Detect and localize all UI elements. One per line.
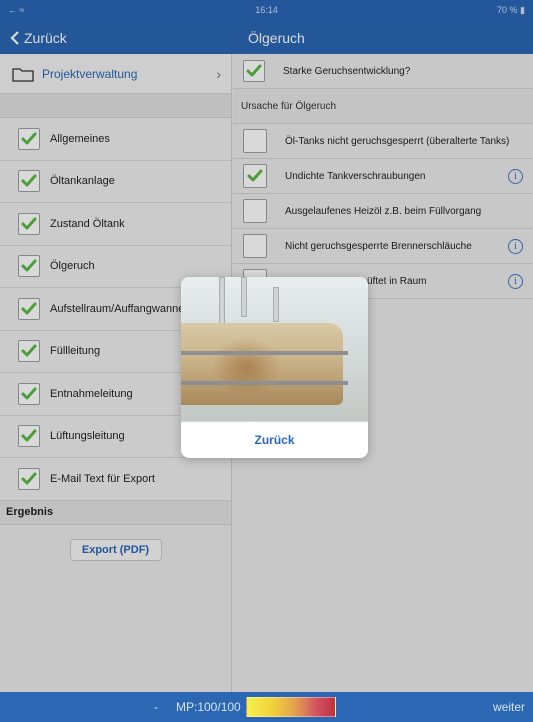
score-gradient-bar — [246, 697, 336, 717]
popup-back-button[interactable]: Zurück — [181, 421, 368, 458]
tank-band — [181, 381, 348, 385]
oil-tank-photo — [181, 277, 368, 421]
mp-counter: MP:100/100 — [176, 700, 241, 714]
pipe — [241, 277, 247, 317]
pipe — [273, 287, 279, 322]
pipe — [219, 277, 225, 327]
next-button[interactable]: weiter — [493, 700, 525, 714]
image-popup: Zurück — [181, 277, 368, 458]
bottom-bar: - MP:100/100 weiter — [0, 692, 533, 722]
tank-band — [181, 351, 348, 355]
dash-label: - — [154, 700, 158, 714]
rust-stain — [211, 337, 281, 397]
